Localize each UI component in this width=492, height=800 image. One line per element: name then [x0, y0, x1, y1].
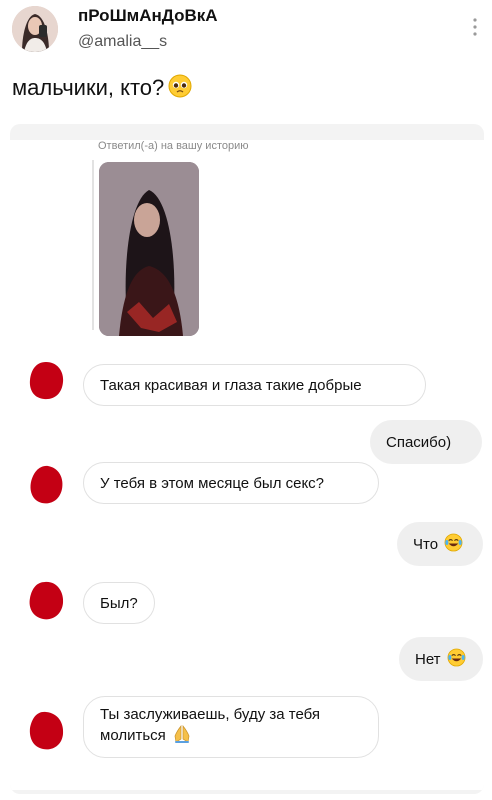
- message-bubble[interactable]: У тебя в этом месяце был секс?: [83, 462, 379, 504]
- message-text: Был?: [100, 594, 138, 612]
- redacted-avatar: [26, 710, 66, 752]
- message-bubble[interactable]: Такая красивая и глаза такие добрые: [83, 364, 426, 406]
- story-thumbnail[interactable]: [99, 162, 199, 336]
- post-text-content: мальчики, кто?: [12, 75, 165, 100]
- message-bubble[interactable]: Ты заслуживаешь, буду за тебя молиться: [83, 696, 379, 758]
- laughing-tears-emoji-icon: [447, 648, 466, 671]
- post-text: мальчики, кто?: [12, 74, 192, 104]
- chat-screenshot[interactable]: Ответил(-а) на вашу историю Такая красив…: [10, 124, 484, 794]
- message-bubble[interactable]: Что: [397, 522, 483, 566]
- author-name[interactable]: пРоШмАнДоВкА: [78, 6, 218, 26]
- author-avatar[interactable]: [12, 6, 58, 52]
- message-text: Что: [413, 535, 439, 553]
- message-text: Нет: [415, 650, 441, 668]
- author-handle[interactable]: @amalia__s: [78, 33, 167, 51]
- message-text: У тебя в этом месяце был секс?: [100, 474, 325, 492]
- chat-area: Ответил(-а) на вашу историю Такая красив…: [10, 140, 484, 790]
- message-text: Спасибо): [386, 433, 452, 451]
- pleading-face-emoji-icon: [168, 74, 192, 104]
- reply-caption: Ответил(-а) на вашу историю: [98, 140, 249, 152]
- message-text: Такая красивая и глаза такие добрые: [100, 376, 362, 394]
- redacted-avatar: [26, 464, 66, 506]
- laughing-tears-emoji-icon: [444, 533, 463, 556]
- redacted-avatar: [26, 360, 66, 402]
- praying-hands-emoji-icon: [172, 724, 192, 749]
- message-text: Ты заслуживаешь, буду за тебя молиться: [100, 705, 362, 749]
- vertical-dots-icon[interactable]: [470, 16, 480, 38]
- message-bubble[interactable]: Был?: [83, 582, 155, 624]
- story-reply-line: [92, 160, 94, 330]
- message-text-content: Ты заслуживаешь, буду за тебя молиться: [100, 706, 321, 744]
- message-bubble[interactable]: Нет: [399, 637, 483, 681]
- message-bubble[interactable]: Спасибо): [370, 420, 482, 464]
- redacted-avatar: [26, 580, 66, 622]
